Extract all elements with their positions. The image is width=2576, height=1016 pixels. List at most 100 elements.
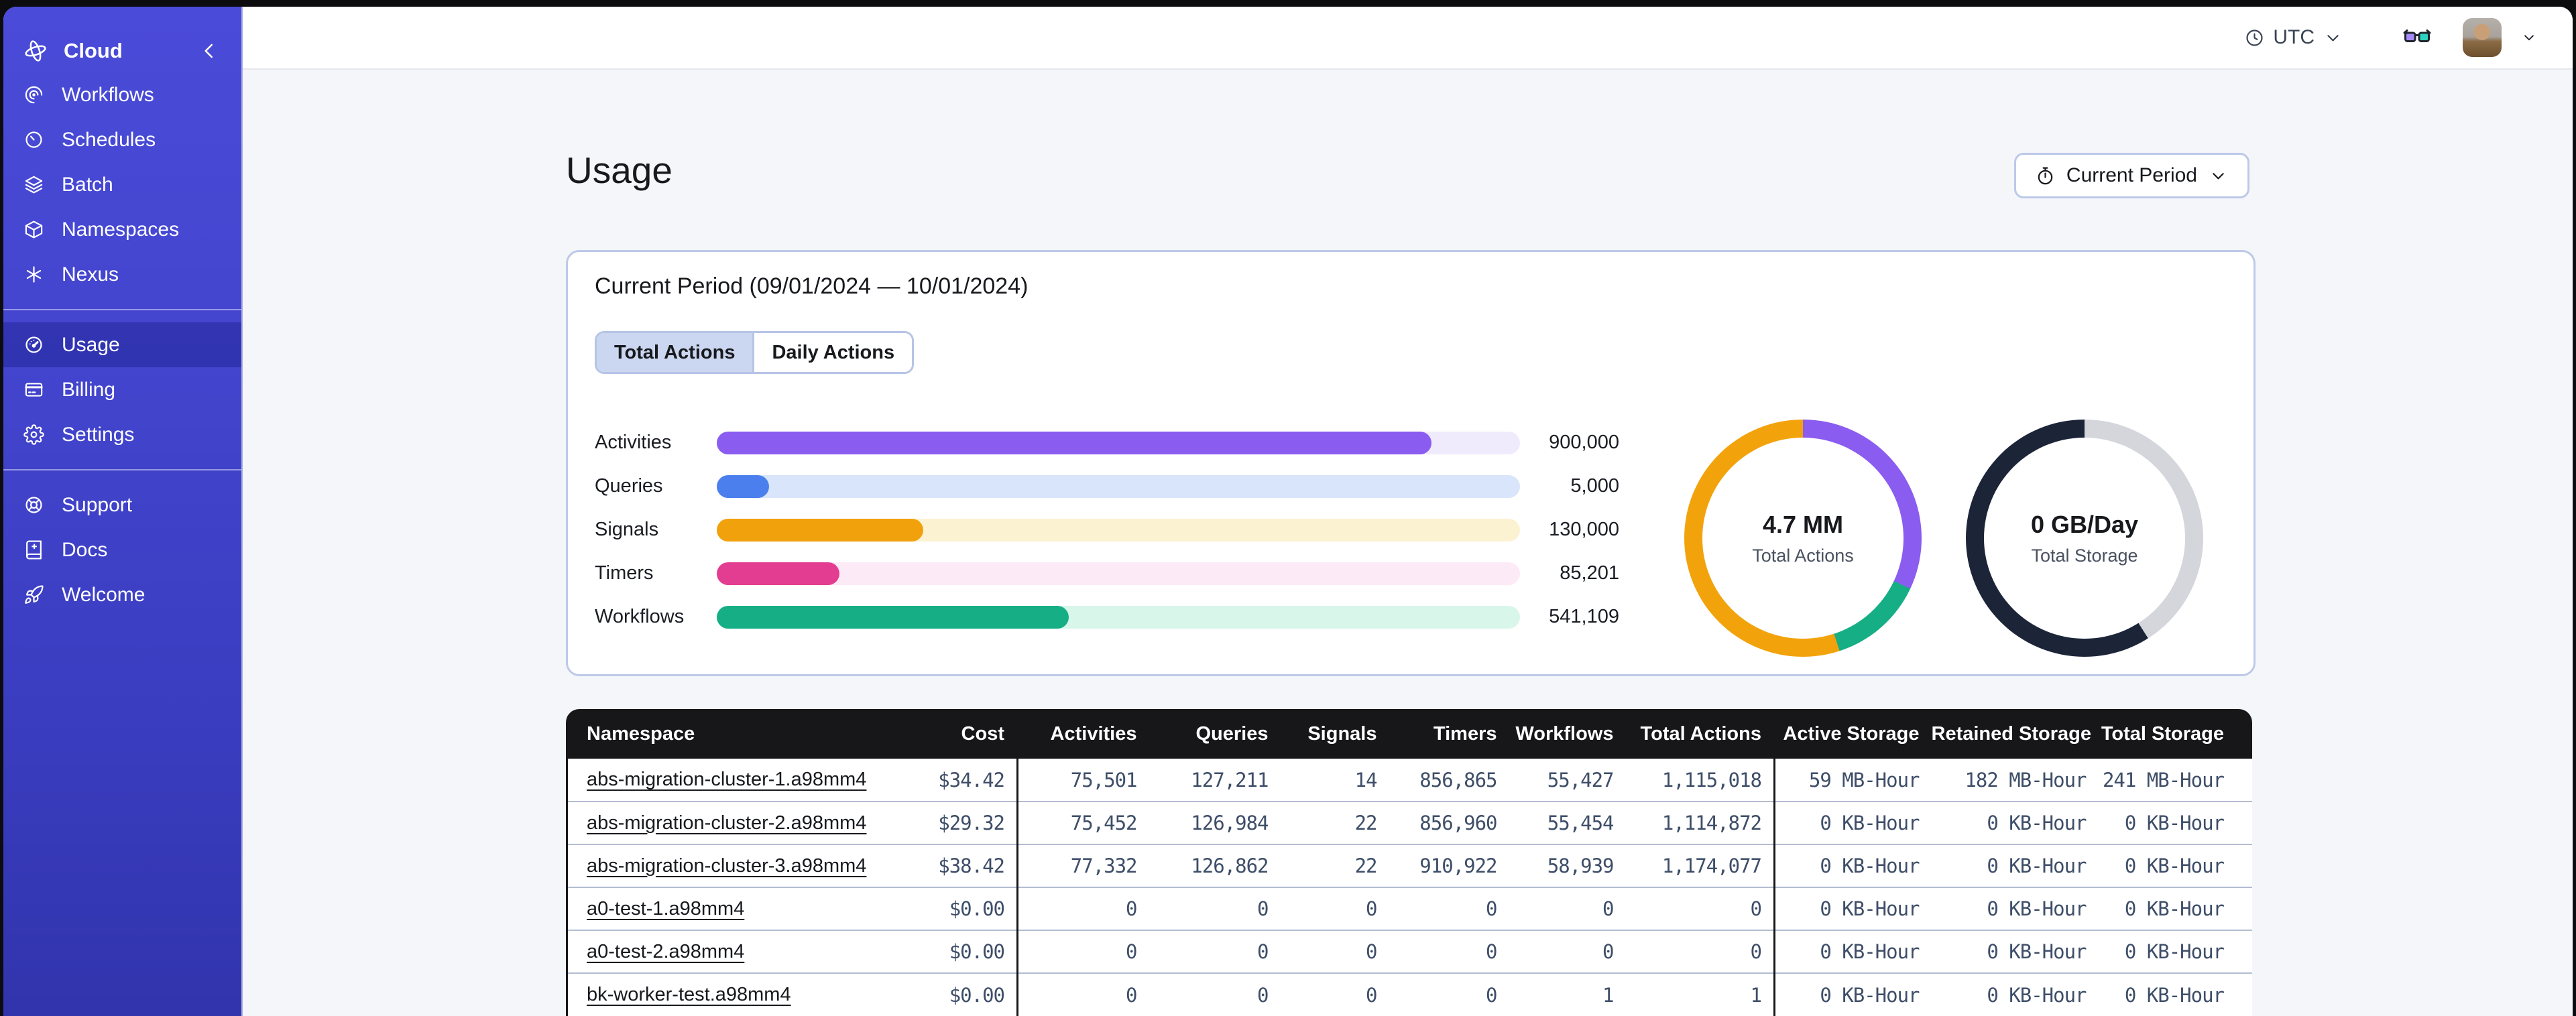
tab-total-actions[interactable]: Total Actions: [597, 333, 753, 372]
bar-row-signals: Signals 130,000: [595, 508, 1619, 552]
cell-total-actions: 0: [1625, 887, 1775, 930]
sidebar-item-label: Welcome: [62, 583, 145, 606]
cell-cost: $34.42: [895, 759, 1018, 802]
sidebar-item-label: Settings: [62, 423, 135, 446]
glasses-icon[interactable]: [2402, 29, 2432, 46]
bar-label: Timers: [595, 562, 654, 584]
sidebar-nav-account: Usage Billing Settings: [3, 322, 241, 457]
settings-icon: [23, 424, 44, 445]
namespace-link[interactable]: a0-test-1.a98mm4: [587, 898, 744, 919]
bar-value: 85,201: [1560, 562, 1619, 584]
sidebar-collapse-button[interactable]: [197, 39, 221, 63]
period-selector-button[interactable]: Current Period: [2013, 153, 2249, 198]
namespace-link[interactable]: abs-migration-cluster-3.a98mm4: [587, 855, 866, 877]
bar-fill: [717, 474, 769, 498]
cell-retained-storage: 0 KB-Hour: [1931, 930, 2099, 973]
batch-icon: [23, 174, 44, 195]
billing-icon: [23, 379, 44, 400]
cell-cost: $0.00: [895, 930, 1018, 973]
bar-label: Workflows: [595, 606, 685, 627]
donut-value: 4.7 MM: [1762, 510, 1844, 538]
cell-cost: $38.42: [895, 844, 1018, 887]
timezone-selector[interactable]: UTC: [2244, 26, 2343, 49]
timezone-label: UTC: [2273, 26, 2315, 48]
sidebar-item-settings[interactable]: Settings: [3, 412, 241, 457]
table-row: abs-migration-cluster-1.a98mm4 $34.42 75,5…: [566, 759, 2252, 802]
namespace-cell: abs-migration-cluster-1.a98mm4: [566, 759, 896, 802]
sidebar-item-workflows[interactable]: Workflows: [3, 72, 241, 117]
column-header-activities: Activities: [1016, 709, 1149, 759]
cell-activities: 0: [1016, 930, 1149, 973]
namespace-link[interactable]: abs-migration-cluster-1.a98mm4: [587, 769, 866, 790]
cell-retained-storage: 0 KB-Hour: [1931, 972, 2099, 1016]
column-header-timers: Timers: [1389, 709, 1509, 759]
sidebar-item-docs[interactable]: Docs: [3, 527, 241, 572]
sidebar-item-namespaces[interactable]: Namespaces: [3, 207, 241, 252]
desktop-background: Cloud Workflows Schedules Batch Namespaces N…: [0, 0, 2576, 1016]
cell-retained-storage: 182 MB-Hour: [1931, 759, 2099, 802]
cell-activities: 0: [1016, 887, 1149, 930]
sidebar-item-label: Workflows: [62, 83, 154, 106]
table-row: a0-test-1.a98mm4 $0.00 0 0 0 0 0 0 0 KB-Hour 0 KB…: [566, 887, 2252, 930]
cell-signals: 0: [1280, 930, 1389, 973]
namespace-link[interactable]: bk-worker-test.a98mm4: [587, 984, 791, 1005]
bar-label: Queries: [595, 475, 663, 497]
user-avatar[interactable]: [2463, 18, 2502, 57]
namespace-link[interactable]: abs-migration-cluster-2.a98mm4: [587, 812, 866, 834]
sidebar-item-schedules[interactable]: Schedules: [3, 117, 241, 162]
cell-active-storage: 0 KB-Hour: [1773, 972, 1932, 1016]
sidebar-item-support[interactable]: Support: [3, 483, 241, 527]
cell-cost: $0.00: [895, 972, 1018, 1016]
sidebar-item-batch[interactable]: Batch: [3, 162, 241, 207]
donut-hole: 4.7 MM Total Actions: [1702, 438, 1904, 639]
bar-track: [717, 562, 1520, 585]
sidebar-item-label: Docs: [62, 538, 108, 561]
bar-label: Signals: [595, 519, 659, 540]
column-header-active-storage: Active Storage: [1773, 709, 1932, 759]
cell-active-storage: 0 KB-Hour: [1773, 844, 1932, 887]
bar-fill: [717, 518, 923, 542]
sidebar-item-usage[interactable]: Usage: [3, 322, 241, 367]
card-title: Current Period (09/01/2024 — 10/01/2024): [595, 273, 1029, 299]
cell-retained-storage: 0 KB-Hour: [1931, 844, 2099, 887]
namespace-cell: a0-test-2.a98mm4: [566, 930, 896, 973]
sidebar-item-label: Usage: [62, 333, 120, 356]
cell-timers: 0: [1389, 887, 1509, 930]
user-menu-chevron-icon[interactable]: [2520, 29, 2538, 46]
nexus-icon: [23, 264, 44, 285]
sidebar-item-label: Support: [62, 493, 133, 516]
namespace-cell: abs-migration-cluster-2.a98mm4: [566, 801, 896, 844]
period-button-label: Current Period: [2066, 164, 2197, 186]
docs-icon: [23, 539, 44, 560]
cell-activities: 77,332: [1016, 844, 1149, 887]
usage-table: Namespace Cost Activities Queries Signals Tim…: [566, 709, 2252, 1016]
donut-value: 0 GB/Day: [2030, 510, 2139, 538]
donut-total-actions: 4.7 MM Total Actions: [1684, 420, 1922, 657]
bar-row-timers: Timers 85,201: [595, 552, 1619, 595]
bar-value: 900,000: [1549, 432, 1619, 453]
column-header-workflows: Workflows: [1509, 709, 1626, 759]
bar-fill: [717, 431, 1432, 454]
schedules-icon: [23, 129, 44, 150]
column-header-namespace: Namespace: [566, 709, 896, 759]
cell-queries: 127,211: [1149, 759, 1281, 802]
sidebar-nav-main: Workflows Schedules Batch Namespaces Nexus: [3, 72, 241, 297]
main-content: Usage Current Period Current Period (09/…: [243, 70, 2573, 1016]
bar-fill: [717, 562, 840, 585]
bar-track: [717, 518, 1520, 542]
cell-workflows: 0: [1509, 930, 1626, 973]
column-header-total-storage: Total Storage: [2098, 709, 2252, 759]
sidebar-item-label: Schedules: [62, 128, 156, 151]
sidebar-item-welcome[interactable]: Welcome: [3, 572, 241, 617]
sidebar-item-nexus[interactable]: Nexus: [3, 252, 241, 297]
column-header-total-actions: Total Actions: [1625, 709, 1775, 759]
bar-value: 130,000: [1549, 519, 1619, 540]
namespace-link[interactable]: a0-test-2.a98mm4: [587, 941, 744, 962]
usage-bar-chart: Activities 900,000 Queries 5,000 Signals 130,…: [595, 421, 1619, 639]
donut-total-storage: 0 GB/Day Total Storage: [1966, 420, 2203, 657]
tab-daily-actions[interactable]: Daily Actions: [752, 333, 913, 372]
sidebar-item-billing[interactable]: Billing: [3, 367, 241, 412]
page-title: Usage: [566, 149, 672, 191]
cell-timers: 0: [1389, 972, 1509, 1016]
donut-caption: Total Storage: [2031, 545, 2138, 566]
